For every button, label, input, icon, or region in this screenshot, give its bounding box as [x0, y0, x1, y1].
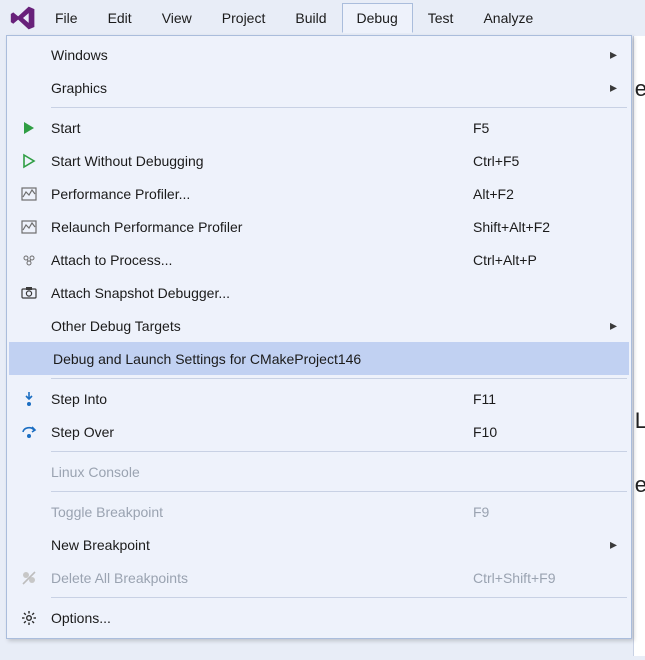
menu-edit[interactable]: Edit — [93, 3, 147, 33]
menu-item-label: Debug and Launch Settings for CMakeProje… — [53, 351, 471, 367]
step-into-icon — [7, 391, 51, 407]
menu-item-debug-and-launch-settings[interactable]: Debug and Launch Settings for CMakeProje… — [9, 342, 629, 375]
menu-item-step-into[interactable]: Step Into F11 — [7, 382, 631, 415]
menu-item-options[interactable]: Options... — [7, 601, 631, 634]
debug-menu-dropdown: Windows ▸ Graphics ▸ Start F5 Start With… — [6, 35, 632, 639]
menubar: File Edit View Project Build Debug Test … — [0, 0, 645, 36]
menu-project[interactable]: Project — [207, 3, 281, 33]
profiler-icon — [7, 219, 51, 235]
menu-item-label: Linux Console — [51, 464, 473, 480]
menu-item-shortcut: Shift+Alt+F2 — [473, 219, 603, 235]
menu-label: File — [55, 10, 78, 26]
menu-item-step-over[interactable]: Step Over F10 — [7, 415, 631, 448]
menu-item-linux-console: Linux Console — [7, 455, 631, 488]
menu-item-label: Step Over — [51, 424, 473, 440]
menu-analyze[interactable]: Analyze — [468, 3, 548, 33]
snapshot-icon — [7, 285, 51, 301]
menu-label: View — [162, 10, 192, 26]
obscured-editor-background: e L e — [633, 36, 645, 656]
delete-breakpoints-icon — [7, 570, 51, 586]
obscured-letter: L — [635, 408, 645, 434]
submenu-arrow-icon: ▸ — [603, 46, 617, 63]
menu-item-label: Step Into — [51, 391, 473, 407]
menu-label: Analyze — [483, 10, 533, 26]
menu-item-label: Attach Snapshot Debugger... — [51, 285, 473, 301]
attach-icon — [7, 252, 51, 268]
menu-item-attach-snapshot-debugger[interactable]: Attach Snapshot Debugger... — [7, 276, 631, 309]
menu-view[interactable]: View — [147, 3, 207, 33]
menu-file[interactable]: File — [40, 3, 93, 33]
menu-test[interactable]: Test — [413, 3, 469, 33]
menu-item-shortcut: Alt+F2 — [473, 186, 603, 202]
menu-item-shortcut: F10 — [473, 424, 603, 440]
step-over-icon — [7, 424, 51, 440]
menu-item-windows[interactable]: Windows ▸ — [7, 38, 631, 71]
menu-item-label: Other Debug Targets — [51, 318, 473, 334]
menu-item-shortcut: Ctrl+Alt+P — [473, 252, 603, 268]
gear-icon — [7, 610, 51, 626]
submenu-arrow-icon: ▸ — [603, 317, 617, 334]
menu-label: Build — [295, 10, 326, 26]
menu-item-toggle-breakpoint: Toggle Breakpoint F9 — [7, 495, 631, 528]
menu-debug[interactable]: Debug — [342, 3, 413, 33]
menu-item-delete-all-breakpoints: Delete All Breakpoints Ctrl+Shift+F9 — [7, 561, 631, 594]
menu-item-label: Toggle Breakpoint — [51, 504, 473, 520]
menu-item-new-breakpoint[interactable]: New Breakpoint ▸ — [7, 528, 631, 561]
submenu-arrow-icon: ▸ — [603, 79, 617, 96]
menu-item-shortcut: F11 — [473, 391, 603, 407]
menu-build[interactable]: Build — [280, 3, 341, 33]
menu-separator — [51, 451, 627, 452]
menu-separator — [51, 107, 627, 108]
menu-item-shortcut: F5 — [473, 120, 603, 136]
menu-item-other-debug-targets[interactable]: Other Debug Targets ▸ — [7, 309, 631, 342]
menu-separator — [51, 597, 627, 598]
obscured-letter: e — [635, 76, 645, 102]
menu-item-label: Start — [51, 120, 473, 136]
menu-item-label: Windows — [51, 47, 473, 63]
menu-item-label: New Breakpoint — [51, 537, 473, 553]
menu-item-shortcut: Ctrl+Shift+F9 — [473, 570, 603, 586]
visual-studio-logo-icon — [6, 1, 40, 35]
menu-item-start[interactable]: Start F5 — [7, 111, 631, 144]
menu-item-relaunch-performance-profiler[interactable]: Relaunch Performance Profiler Shift+Alt+… — [7, 210, 631, 243]
menu-item-label: Relaunch Performance Profiler — [51, 219, 473, 235]
menu-item-performance-profiler[interactable]: Performance Profiler... Alt+F2 — [7, 177, 631, 210]
start-icon — [7, 120, 51, 136]
menu-label: Project — [222, 10, 266, 26]
menu-item-label: Options... — [51, 610, 473, 626]
menu-item-label: Performance Profiler... — [51, 186, 473, 202]
obscured-letter: e — [635, 472, 645, 498]
menu-separator — [51, 378, 627, 379]
menu-label: Debug — [357, 10, 398, 26]
menu-item-label: Graphics — [51, 80, 473, 96]
menu-item-label: Delete All Breakpoints — [51, 570, 473, 586]
menu-item-shortcut: Ctrl+F5 — [473, 153, 603, 169]
menu-item-start-without-debugging[interactable]: Start Without Debugging Ctrl+F5 — [7, 144, 631, 177]
menu-item-label: Attach to Process... — [51, 252, 473, 268]
menu-item-label: Start Without Debugging — [51, 153, 473, 169]
menu-separator — [51, 491, 627, 492]
start-outline-icon — [7, 153, 51, 169]
menu-item-attach-to-process[interactable]: Attach to Process... Ctrl+Alt+P — [7, 243, 631, 276]
menu-label: Test — [428, 10, 454, 26]
menu-item-shortcut: F9 — [473, 504, 603, 520]
menu-label: Edit — [108, 10, 132, 26]
menu-item-graphics[interactable]: Graphics ▸ — [7, 71, 631, 104]
profiler-icon — [7, 186, 51, 202]
submenu-arrow-icon: ▸ — [603, 536, 617, 553]
